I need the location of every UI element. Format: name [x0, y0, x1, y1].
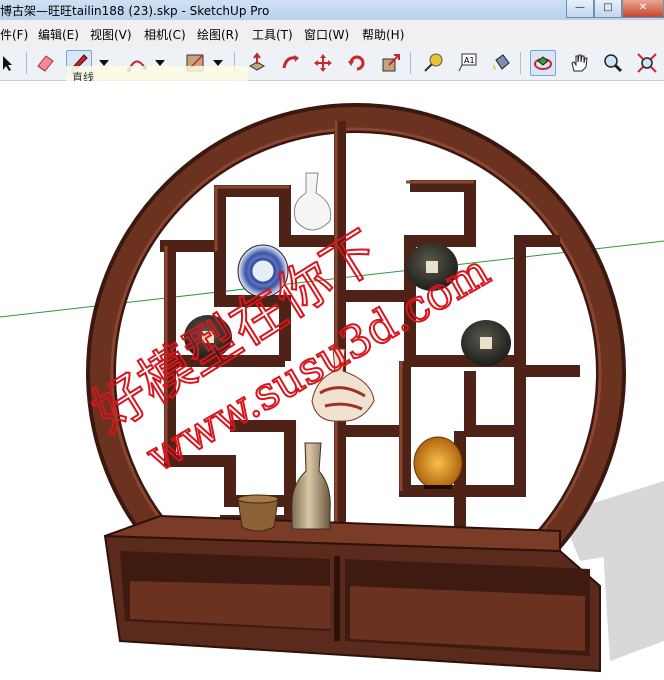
rotate-icon[interactable] — [344, 50, 370, 76]
menu-camera[interactable]: 相机(C) — [144, 26, 186, 43]
toolbar-separator — [26, 52, 27, 74]
orbit-icon[interactable] — [530, 50, 556, 76]
menu-view[interactable]: 视图(V) — [90, 26, 132, 43]
menu-window[interactable]: 窗口(W) — [304, 26, 349, 43]
follow-me-icon[interactable] — [278, 50, 304, 76]
select-icon[interactable] — [0, 50, 20, 76]
model-viewport[interactable]: 好模型在你下 www.susu3d.com — [0, 81, 664, 680]
white-vase — [293, 172, 332, 231]
menu-bar: 件(F) 编辑(E) 视图(V) 相机(C) 绘图(R) 工具(T) 窗口(W)… — [0, 20, 664, 47]
model-canvas: 好模型在你下 www.susu3d.com — [0, 103, 664, 673]
text-icon[interactable]: A1 — [454, 50, 480, 76]
zoom-extents-icon[interactable] — [634, 50, 660, 76]
title-bar: 博古架—旺旺tailin188 (23).skp - SketchUp Pro … — [0, 0, 664, 20]
ceramic-bottle — [291, 442, 331, 530]
tea-bowl — [237, 494, 279, 532]
close-button[interactable]: ✕ — [622, 0, 664, 18]
minimize-button[interactable]: — — [566, 0, 594, 18]
toolbar-separator — [520, 52, 521, 74]
maximize-button[interactable]: □ — [594, 0, 622, 18]
scale-icon[interactable] — [378, 50, 404, 76]
menu-help[interactable]: 帮助(H) — [362, 26, 404, 43]
svg-text:A1: A1 — [464, 56, 475, 65]
zoom-icon[interactable] — [600, 50, 626, 76]
window-title: 博古架—旺旺tailin188 (23).skp - SketchUp Pro — [0, 4, 270, 18]
eraser-icon[interactable] — [32, 50, 58, 76]
menu-file[interactable]: 件(F) — [0, 26, 28, 43]
toolbar-separator — [410, 52, 411, 74]
menu-edit[interactable]: 编辑(E) — [38, 26, 79, 43]
amber-plate — [413, 436, 463, 490]
menu-tools[interactable]: 工具(T) — [252, 26, 293, 43]
pan-icon[interactable] — [566, 50, 592, 76]
paint-bucket-icon[interactable] — [488, 50, 514, 76]
move-icon[interactable] — [310, 50, 336, 76]
bronze-coin-right — [461, 320, 511, 366]
menu-draw[interactable]: 绘图(R) — [197, 26, 239, 43]
base-cabinet — [103, 514, 601, 673]
window-controls: — □ ✕ — [566, 0, 664, 18]
tape-measure-icon[interactable] — [420, 50, 446, 76]
